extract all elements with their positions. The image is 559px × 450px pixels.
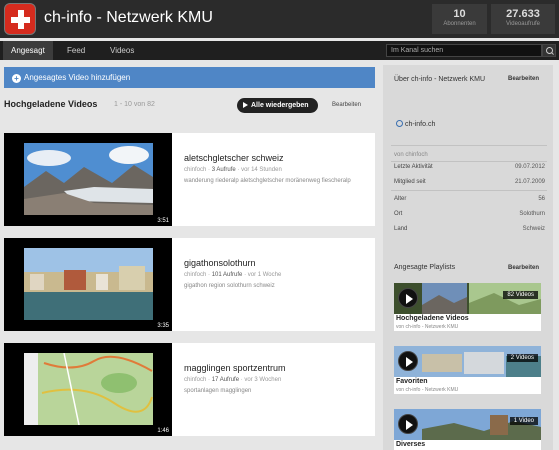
video-title-link[interactable]: gigathonsolothurn: [184, 258, 256, 268]
info-value: Schweiz: [522, 226, 545, 232]
divider: [391, 190, 547, 191]
info-value: 09.07.2012: [514, 164, 545, 170]
tab-feed[interactable]: Feed: [59, 41, 93, 60]
channel-header: ch-info - Netzwerk KMU 10 Abonnenten 27.…: [0, 0, 559, 38]
swiss-flag-logo[interactable]: [4, 3, 36, 35]
play-icon[interactable]: [398, 351, 418, 371]
divider: [391, 145, 547, 146]
channel-title: ch-info - Netzwerk KMU: [44, 9, 213, 26]
video-thumbnail[interactable]: 3:35: [4, 238, 172, 331]
video-card[interactable]: 3:35 gigathonsolothurn chinfoch · 101 Au…: [4, 238, 375, 331]
plus-icon: +: [12, 74, 21, 83]
video-title-link[interactable]: aletschgletscher schweiz: [184, 153, 284, 163]
video-age: vor 1 Woche: [247, 272, 282, 278]
website-label: ch-info.ch: [405, 121, 436, 128]
divider: [391, 161, 547, 162]
video-author[interactable]: chinfoch: [184, 272, 206, 278]
info-key: Ort: [394, 211, 403, 217]
video-author[interactable]: chinfoch: [184, 377, 206, 383]
video-age: vor 14 Stunden: [241, 167, 282, 173]
video-description: wanderung riederalp aletschgletscher mor…: [184, 178, 351, 184]
video-age: vor 3 Wochen: [244, 377, 282, 383]
info-row-age: Alter 56: [394, 196, 545, 205]
playlist-owner: von ch-info - Netzwerk KMU: [396, 387, 459, 393]
video-meta: chinfoch · 3 Aufrufe · vor 14 Stunden: [184, 167, 282, 173]
play-icon[interactable]: [398, 288, 418, 308]
info-key: Letzte Aktivität: [394, 164, 433, 170]
channel-search-input[interactable]: Im Kanal suchen: [386, 44, 542, 57]
video-meta: chinfoch · 101 Aufrufe · vor 1 Woche: [184, 272, 282, 278]
video-description: sportanlagen magglingen: [184, 388, 252, 394]
edit-about-link[interactable]: Bearbeiten: [508, 76, 539, 82]
view-count-label: Videoaufrufe: [506, 21, 540, 27]
edit-section-link[interactable]: Bearbeiten: [332, 102, 361, 108]
search-icon[interactable]: [542, 44, 556, 57]
about-title: Über ch-info - Netzwerk KMU: [394, 76, 486, 83]
add-featured-video-button[interactable]: + Angesagtes Video hinzufügen: [4, 67, 375, 88]
section-count: 1 - 10 von 82: [114, 101, 155, 108]
playlist-video-count: 1 Video: [509, 417, 538, 425]
info-value: Solothurn: [519, 211, 545, 217]
play-all-button[interactable]: Alle wiedergeben: [237, 98, 318, 113]
video-thumbnail[interactable]: 3:51: [4, 133, 172, 226]
playlist-video-count: 82 Videos: [503, 291, 538, 299]
playlist-title-link[interactable]: Diverses: [396, 441, 425, 448]
channel-nav: Angesagt Feed Videos Im Kanal suchen: [0, 41, 559, 60]
video-meta: chinfoch · 17 Aufrufe · vor 3 Wochen: [184, 377, 282, 383]
solothurn-thumbnail-image: [24, 248, 153, 320]
subscriber-count-value: 10: [453, 8, 466, 20]
view-count-value: 27.633: [506, 8, 540, 20]
website-link[interactable]: ch-info.ch: [396, 120, 435, 128]
view-count: 27.633 Videoaufrufe: [491, 4, 555, 34]
glacier-thumbnail-image: [24, 143, 153, 215]
subscriber-count-label: Abonnenten: [443, 21, 476, 27]
channel-sidebar: Über ch-info - Netzwerk KMU Bearbeiten c…: [383, 65, 553, 450]
video-description: gigathon region solothurn schweiz: [184, 283, 275, 289]
play-icon[interactable]: [398, 414, 418, 434]
video-thumbnail[interactable]: 1:46: [4, 343, 172, 436]
map-thumbnail-image: [24, 353, 153, 425]
video-views: 101 Aufrufe: [211, 272, 243, 278]
playlist-owner: von ch-info - Netzwerk KMU: [396, 324, 459, 330]
video-card[interactable]: 3:51 aletschgletscher schweiz chinfoch ·…: [4, 133, 375, 226]
playlist-title-link[interactable]: Favoriten: [396, 378, 428, 385]
section-title: Hochgeladene Videos: [4, 99, 98, 109]
info-value: 56: [538, 196, 545, 202]
video-card[interactable]: 1:46 magglingen sportzentrum chinfoch · …: [4, 343, 375, 436]
video-author[interactable]: chinfoch: [184, 167, 206, 173]
video-title-link[interactable]: magglingen sportzentrum: [184, 363, 286, 373]
info-key: Mitglied seit: [394, 179, 426, 185]
playlist-card[interactable]: 82 Videos Hochgeladene Videos von ch-inf…: [394, 283, 541, 331]
playlists-title: Angesagte Playlists: [394, 264, 456, 271]
info-key: Alter: [394, 196, 407, 202]
playlist-video-count: 2 Videos: [506, 354, 538, 362]
info-row-country: Land Schweiz: [394, 226, 545, 235]
info-value: 21.07.2009: [514, 179, 545, 185]
playlist-card[interactable]: 2 Videos Favoriten von ch-info - Netzwer…: [394, 346, 541, 394]
info-row-member-since: Mitglied seit 21.07.2009: [394, 179, 545, 188]
edit-playlists-link[interactable]: Bearbeiten: [508, 265, 539, 271]
video-views: 3 Aufrufe: [211, 167, 236, 173]
video-views: 17 Aufrufe: [211, 377, 240, 383]
info-key: Land: [394, 226, 408, 232]
globe-icon: [396, 120, 403, 127]
tab-videos[interactable]: Videos: [102, 41, 142, 60]
tab-angesagt[interactable]: Angesagt: [3, 41, 53, 60]
from-label: von chinfoch: [394, 152, 428, 158]
playlist-card[interactable]: 1 Video Diverses: [394, 409, 541, 450]
subscriber-count: 10 Abonnenten: [432, 4, 487, 34]
video-duration: 1:46: [157, 428, 169, 434]
add-featured-video-label: Angesagtes Video hinzufügen: [24, 73, 131, 82]
video-duration: 3:35: [157, 323, 169, 329]
info-row-last-activity: Letzte Aktivität 09.07.2012: [394, 164, 545, 173]
info-row-location: Ort Solothurn: [394, 211, 545, 220]
video-duration: 3:51: [157, 218, 169, 224]
playlist-title-link[interactable]: Hochgeladene Videos: [396, 315, 469, 322]
